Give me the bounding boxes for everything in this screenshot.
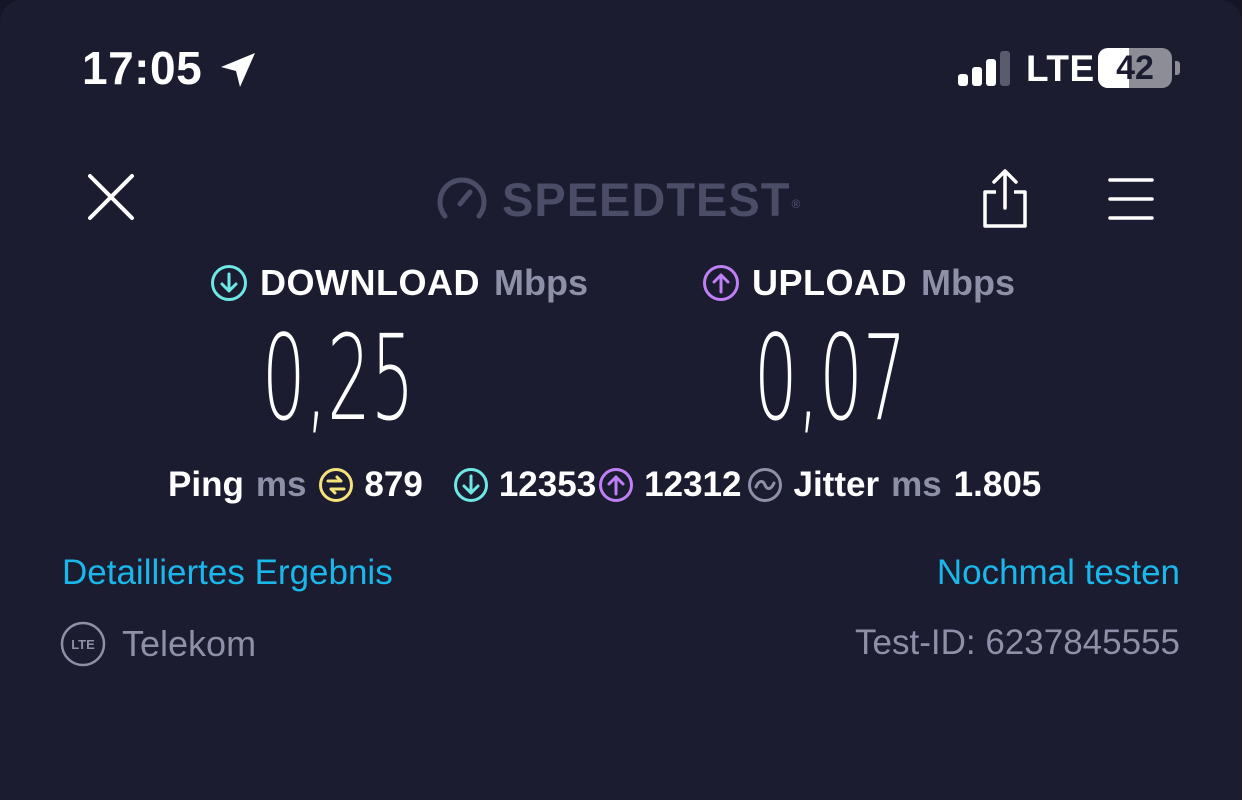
download-unit: Mbps [493,262,588,303]
upload-header: UPLOAD Mbps [702,258,1015,308]
upload-speed-value: 0,07 [754,309,907,447]
jitter-unit: ms [891,465,942,504]
download-label: DOWNLOAD [260,262,480,303]
test-id: Test-ID: 6237845555 [855,623,1180,662]
arrow-down-circle-icon [211,265,247,301]
upload-label: UPLOAD [752,262,907,303]
network-type: LTE [1026,48,1095,89]
battery-level: 42 [1116,49,1154,87]
upload-latency-value: 12312 [644,465,742,504]
lte-badge-icon: LTE [60,621,106,667]
registered-mark: ® [791,197,802,211]
latency-metrics-row: Ping ms 879 12353 12312 Jitter ms 1.805 [168,462,1041,508]
connection-badge-text: LTE [71,637,95,652]
arrow-up-circle-icon [599,468,634,502]
signal-bar [1000,51,1010,86]
arrow-up-circle-icon [703,265,739,301]
speedometer-icon [437,177,487,219]
signal-bar [986,59,996,86]
ping-value: 879 [364,465,423,504]
share-icon[interactable] [980,168,1030,230]
battery-body: 42 [1098,48,1172,88]
signal-bar [972,67,982,86]
download-speed-value: 0,25 [262,309,415,447]
speedtest-result-screen: 17:05 LTE 42 SPEEDTEST® DOWNLOAD Mbps UP… [0,0,1242,800]
download-header: DOWNLOAD Mbps [210,258,588,308]
test-again-link[interactable]: Nochmal testen [937,550,1180,596]
jitter-wave-icon [748,468,783,502]
logo-text: SPEEDTEST® [502,170,801,230]
ping-icon [319,468,354,502]
provider-name: Telekom [122,623,257,664]
battery-icon: 42 [1098,48,1184,88]
upload-unit: Mbps [921,262,1015,303]
jitter-value: 1.805 [953,465,1042,504]
close-icon[interactable] [84,170,138,224]
download-latency-value: 12353 [498,465,597,504]
location-arrow-icon [221,53,255,87]
provider-info: LTE Telekom [60,620,256,668]
cellular-signal-icon [958,51,1010,86]
ping-label: Ping [168,465,244,504]
jitter-label: Jitter [793,465,880,504]
status-time: 17:05 [82,42,203,94]
ping-unit: ms [255,465,307,504]
logo-wordmark: SPEEDTEST [502,173,791,226]
speedtest-logo: SPEEDTEST® [436,170,801,230]
hamburger-menu-icon[interactable] [1106,176,1156,222]
signal-bar [958,74,968,86]
arrow-down-circle-icon [453,468,488,502]
detailed-result-link[interactable]: Detailliertes Ergebnis [62,550,393,596]
battery-tip [1175,61,1180,75]
